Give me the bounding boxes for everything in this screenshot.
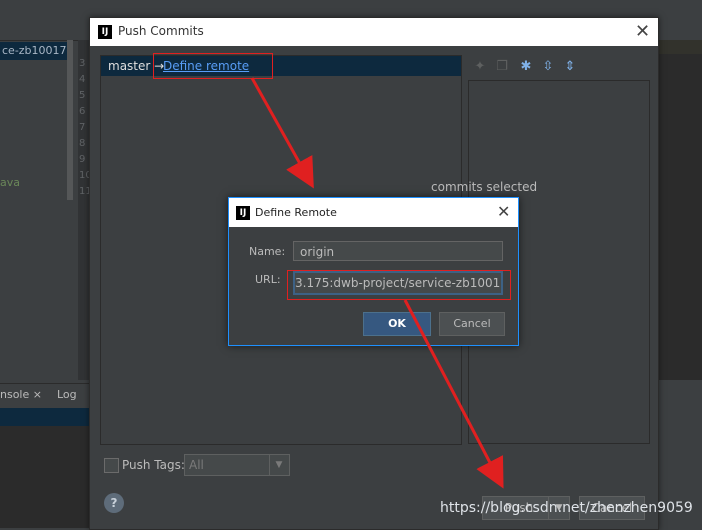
annotation-arrow-2: [403, 299, 504, 489]
annotation-arrow-1: [250, 77, 314, 189]
watermark: https://blog.csdn.net/zhenzhen9059: [440, 500, 693, 516]
annotation-arrows: [250, 77, 504, 489]
